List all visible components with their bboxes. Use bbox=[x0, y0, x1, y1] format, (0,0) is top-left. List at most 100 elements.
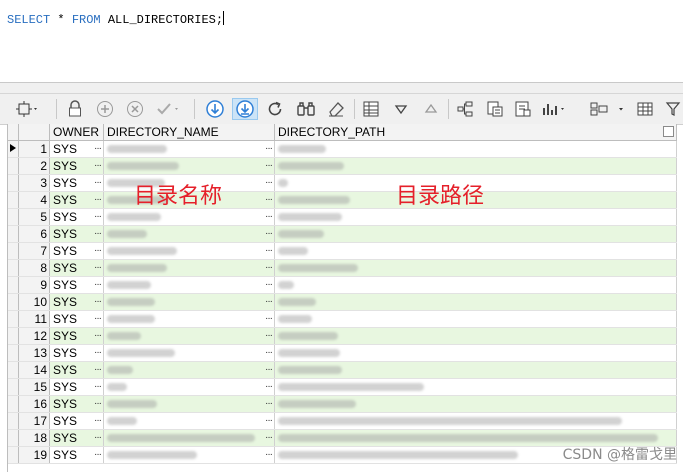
table-row[interactable]: 8 SYS ··· ··· bbox=[8, 259, 677, 277]
cell-owner[interactable]: SYS ··· bbox=[49, 412, 104, 430]
cell-owner[interactable]: SYS ··· bbox=[49, 157, 104, 175]
cell-expand-icon[interactable]: ··· bbox=[265, 175, 273, 191]
cell-directory-path[interactable] bbox=[274, 378, 677, 396]
cell-expand-icon[interactable]: ··· bbox=[265, 328, 273, 344]
filter-down-icon[interactable] bbox=[390, 98, 412, 120]
cell-directory-path[interactable] bbox=[274, 361, 677, 379]
cell-owner[interactable]: SYS ··· bbox=[49, 378, 104, 396]
cell-expand-icon[interactable]: ··· bbox=[265, 277, 273, 293]
cell-directory-name[interactable]: ··· bbox=[103, 140, 275, 158]
delete-row-icon[interactable] bbox=[124, 98, 146, 120]
cell-directory-name[interactable]: ··· bbox=[103, 276, 275, 294]
cell-owner[interactable]: SYS ··· bbox=[49, 174, 104, 192]
table-row[interactable]: 13 SYS ··· ··· bbox=[8, 344, 677, 362]
table-row[interactable]: 10 SYS ··· ··· bbox=[8, 293, 677, 311]
cell-expand-icon[interactable]: ··· bbox=[94, 396, 102, 412]
cell-expand-icon[interactable]: ··· bbox=[265, 345, 273, 361]
cell-expand-icon[interactable]: ··· bbox=[94, 192, 102, 208]
table-row[interactable]: 4 SYS ··· ··· bbox=[8, 191, 677, 209]
cell-directory-name[interactable]: ··· bbox=[103, 259, 275, 277]
cell-directory-name[interactable]: ··· bbox=[103, 157, 275, 175]
table-row[interactable]: 11 SYS ··· ··· bbox=[8, 310, 677, 328]
cell-directory-name[interactable]: ··· bbox=[103, 293, 275, 311]
table-row[interactable]: 9 SYS ··· ··· bbox=[8, 276, 677, 294]
cell-expand-icon[interactable]: ··· bbox=[94, 158, 102, 174]
table-row[interactable]: 1 SYS ··· ··· bbox=[8, 140, 677, 158]
cell-expand-icon[interactable]: ··· bbox=[94, 209, 102, 225]
cell-owner[interactable]: SYS ··· bbox=[49, 310, 104, 328]
pane-splitter[interactable] bbox=[0, 83, 683, 94]
table-row[interactable]: 15 SYS ··· ··· bbox=[8, 378, 677, 396]
cell-expand-icon[interactable]: ··· bbox=[265, 362, 273, 378]
lock-icon[interactable] bbox=[64, 98, 86, 120]
table-row[interactable]: 14 SYS ··· ··· bbox=[8, 361, 677, 379]
cell-directory-name[interactable]: ··· bbox=[103, 446, 275, 464]
cell-directory-path[interactable] bbox=[274, 225, 677, 243]
table-row[interactable]: 2 SYS ··· ··· bbox=[8, 157, 677, 175]
cell-expand-icon[interactable]: ··· bbox=[94, 141, 102, 157]
cell-directory-name[interactable]: ··· bbox=[103, 378, 275, 396]
filter-icon[interactable] bbox=[662, 98, 683, 120]
cell-owner[interactable]: SYS ··· bbox=[49, 140, 104, 158]
refresh-icon[interactable] bbox=[264, 98, 286, 120]
sql-editor[interactable]: SELECT * FROM ALL_DIRECTORIES; bbox=[0, 0, 683, 83]
cell-directory-path[interactable] bbox=[274, 395, 677, 413]
cell-directory-name[interactable]: ··· bbox=[103, 242, 275, 260]
cell-directory-path[interactable] bbox=[274, 208, 677, 226]
cell-directory-path[interactable] bbox=[274, 140, 677, 158]
cell-directory-path[interactable] bbox=[274, 344, 677, 362]
cell-owner[interactable]: SYS ··· bbox=[49, 429, 104, 447]
single-record-view-icon[interactable] bbox=[360, 98, 382, 120]
fetch-next-icon[interactable] bbox=[203, 98, 227, 120]
cell-expand-icon[interactable]: ··· bbox=[265, 141, 273, 157]
cell-directory-name[interactable]: ··· bbox=[103, 327, 275, 345]
cell-expand-icon[interactable]: ··· bbox=[265, 192, 273, 208]
tree-view-icon[interactable] bbox=[454, 98, 476, 120]
cell-expand-icon[interactable]: ··· bbox=[265, 294, 273, 310]
column-header-directory-name[interactable]: DIRECTORY_NAME bbox=[103, 124, 275, 141]
cell-expand-icon[interactable]: ··· bbox=[265, 447, 273, 463]
cell-owner[interactable]: SYS ··· bbox=[49, 208, 104, 226]
cell-directory-name[interactable]: ··· bbox=[103, 225, 275, 243]
cell-expand-icon[interactable]: ··· bbox=[94, 277, 102, 293]
cell-expand-icon[interactable]: ··· bbox=[265, 379, 273, 395]
cell-expand-icon[interactable]: ··· bbox=[94, 430, 102, 446]
cell-expand-icon[interactable]: ··· bbox=[265, 243, 273, 259]
cell-expand-icon[interactable]: ··· bbox=[94, 311, 102, 327]
cell-expand-icon[interactable]: ··· bbox=[265, 311, 273, 327]
cell-expand-icon[interactable]: ··· bbox=[94, 260, 102, 276]
cell-expand-icon[interactable]: ··· bbox=[94, 328, 102, 344]
cell-expand-icon[interactable]: ··· bbox=[94, 345, 102, 361]
cell-expand-icon[interactable]: ··· bbox=[94, 243, 102, 259]
chart-icon[interactable] bbox=[540, 98, 570, 120]
cell-expand-icon[interactable]: ··· bbox=[265, 209, 273, 225]
table-row[interactable]: 17 SYS ··· ··· bbox=[8, 412, 677, 430]
table-row[interactable]: 12 SYS ··· ··· bbox=[8, 327, 677, 345]
table-row[interactable]: 3 SYS ··· ··· bbox=[8, 174, 677, 192]
fetch-last-icon[interactable] bbox=[232, 98, 258, 120]
cell-expand-icon[interactable]: ··· bbox=[94, 362, 102, 378]
cell-owner[interactable]: SYS ··· bbox=[49, 395, 104, 413]
cell-expand-icon[interactable]: ··· bbox=[265, 396, 273, 412]
cell-directory-path[interactable] bbox=[274, 310, 677, 328]
cell-expand-icon[interactable]: ··· bbox=[94, 294, 102, 310]
table-row[interactable]: 6 SYS ··· ··· bbox=[8, 225, 677, 243]
sql-text[interactable]: SELECT * FROM ALL_DIRECTORIES; bbox=[7, 11, 225, 27]
print-icon[interactable] bbox=[512, 98, 534, 120]
cell-owner[interactable]: SYS ··· bbox=[49, 225, 104, 243]
cell-owner[interactable]: SYS ··· bbox=[49, 344, 104, 362]
cell-directory-name[interactable]: ··· bbox=[103, 395, 275, 413]
cell-owner[interactable]: SYS ··· bbox=[49, 361, 104, 379]
cell-expand-icon[interactable]: ··· bbox=[94, 447, 102, 463]
cell-expand-icon[interactable]: ··· bbox=[94, 413, 102, 429]
cell-directory-path[interactable] bbox=[274, 327, 677, 345]
cell-directory-name[interactable]: ··· bbox=[103, 344, 275, 362]
add-row-icon[interactable] bbox=[94, 98, 116, 120]
cell-expand-icon[interactable]: ··· bbox=[265, 413, 273, 429]
cell-directory-name[interactable]: ··· bbox=[103, 361, 275, 379]
cell-owner[interactable]: SYS ··· bbox=[49, 327, 104, 345]
cell-owner[interactable]: SYS ··· bbox=[49, 276, 104, 294]
column-header-directory-path[interactable]: DIRECTORY_PATH bbox=[274, 124, 677, 141]
cell-expand-icon[interactable]: ··· bbox=[265, 430, 273, 446]
cell-expand-icon[interactable]: ··· bbox=[94, 226, 102, 242]
